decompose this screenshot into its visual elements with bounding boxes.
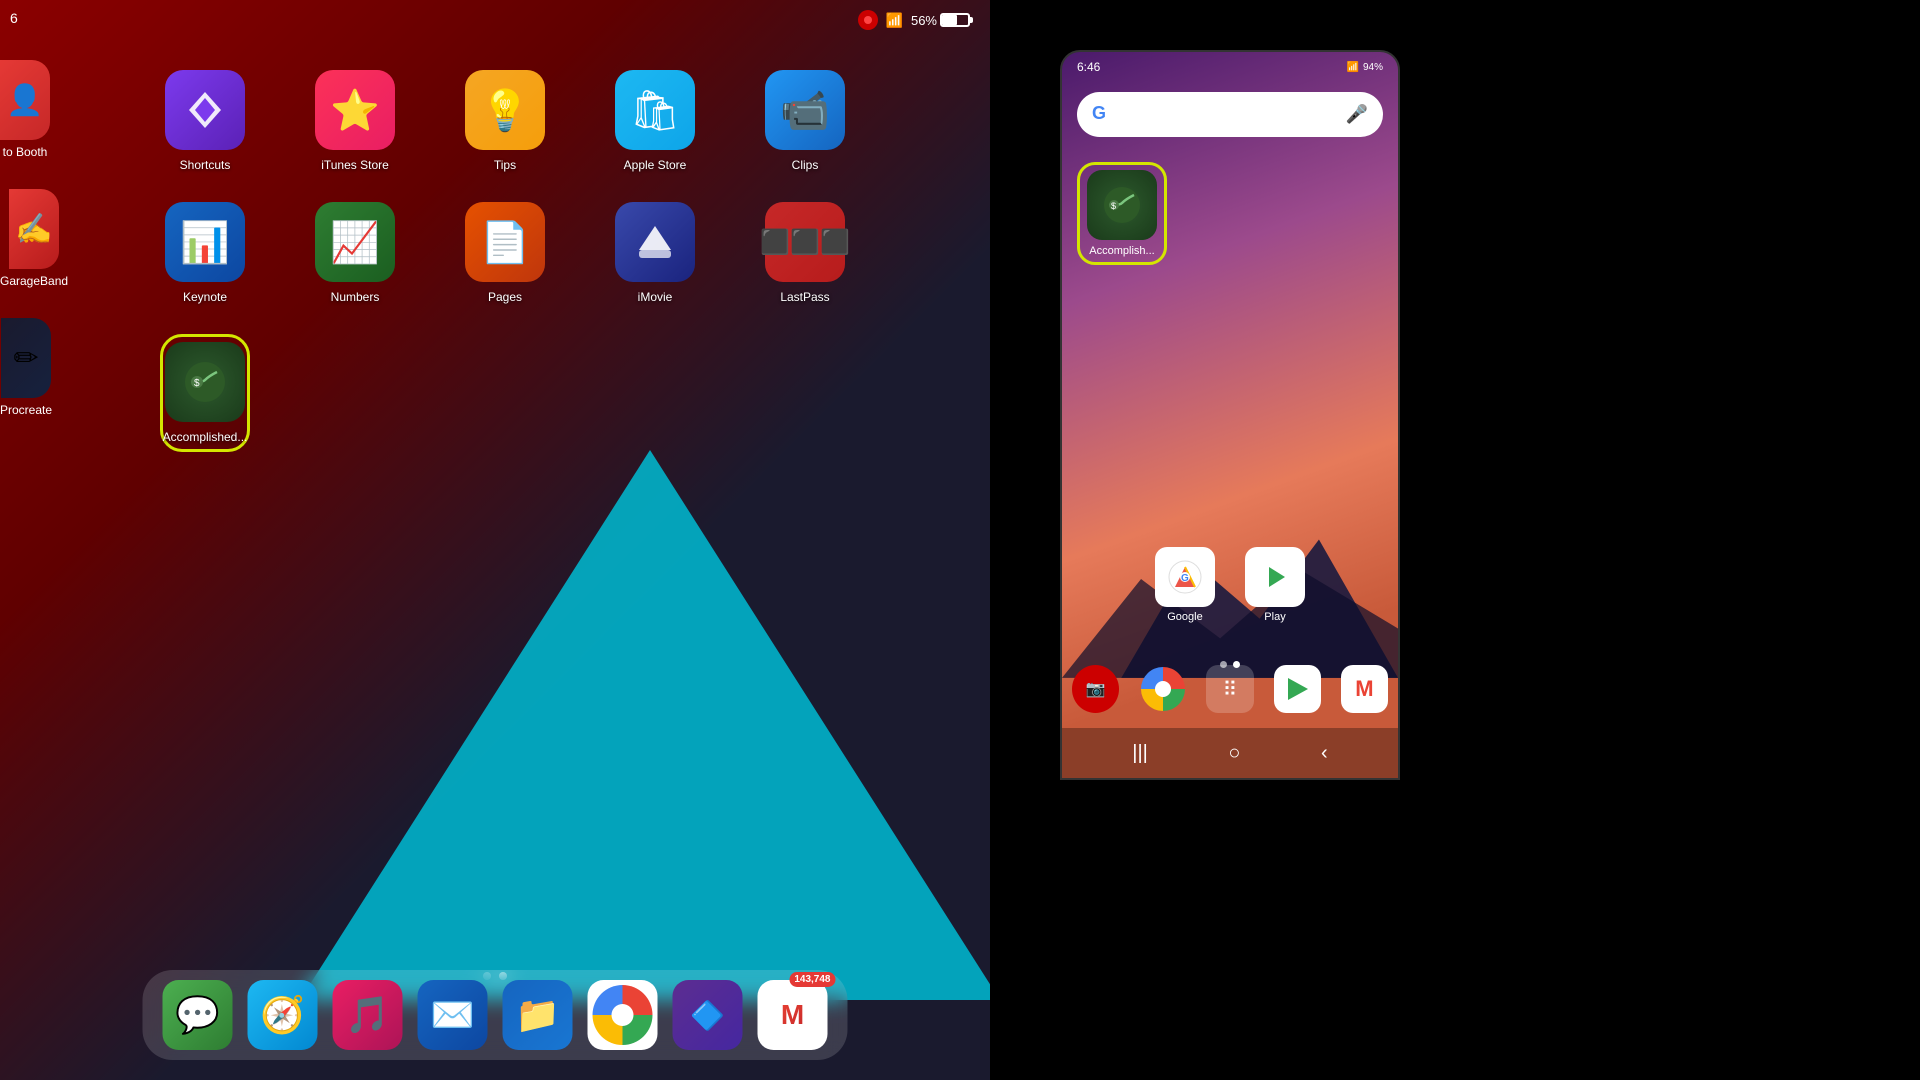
app-pages[interactable]: 📄 Pages <box>460 202 550 304</box>
google-app-icon: G <box>1155 547 1215 607</box>
android-time: 6:46 <box>1077 60 1100 74</box>
android-app-row-bottom: G Google Play <box>1082 547 1378 623</box>
chrome-center <box>612 1004 634 1026</box>
record-indicator <box>858 10 878 30</box>
svg-text:$: $ <box>194 378 200 389</box>
dock-chrome[interactable] <box>588 980 658 1050</box>
shortcuts-label: Shortcuts <box>180 158 231 172</box>
gmail-badge: 143,748 <box>789 972 835 987</box>
clips-icon: 📹 <box>765 70 845 150</box>
android-accomplished-app[interactable]: $ Accomplish... <box>1077 162 1167 265</box>
dock-safari[interactable]: 🧭 <box>248 980 318 1050</box>
imovie-icon <box>615 202 695 282</box>
accomplished-icon: $ <box>165 342 245 422</box>
nav-home[interactable]: ○ <box>1228 742 1240 765</box>
numbers-label: Numbers <box>331 290 380 304</box>
imovie-label: iMovie <box>638 290 673 304</box>
dock-gmail[interactable]: M 143,748 <box>758 980 828 1050</box>
app-row-1: Shortcuts ⭐ iTunes Store 💡 Tips 🛍 Apple … <box>160 70 910 172</box>
apple-store-label: Apple Store <box>624 158 687 172</box>
app-shortcuts[interactable]: Shortcuts <box>160 70 250 172</box>
app-itunes[interactable]: ⭐ iTunes Store <box>310 70 400 172</box>
nav-back[interactable]: ‹ <box>1321 742 1328 765</box>
chrome-android-icon <box>1141 667 1185 711</box>
dock-gmail-android[interactable]: M <box>1341 665 1388 713</box>
battery-status: 56% <box>911 13 970 28</box>
android-battery: 94% <box>1363 62 1383 73</box>
android-accomplished-label: Accomplish... <box>1089 245 1154 257</box>
app-clips[interactable]: 📹 Clips <box>760 70 850 172</box>
android-bottom-apps: G Google Play <box>1062 547 1398 638</box>
android-play-app[interactable]: Play <box>1245 547 1305 623</box>
lastpass-icon: ⬛⬛⬛ <box>765 202 845 282</box>
android-status-icons: 📶 94% <box>1347 62 1383 73</box>
keynote-label: Keynote <box>183 290 227 304</box>
app-lastpass[interactable]: ⬛⬛⬛ LastPass <box>760 202 850 304</box>
app-row-2: 📊 Keynote 📈 Numbers 📄 Pages iMovie ⬛⬛⬛ L… <box>160 202 910 304</box>
ipad-time: 6 <box>10 10 18 26</box>
shortcuts-icon <box>165 70 245 150</box>
app-accomplished[interactable]: $ Accomplished... <box>160 334 250 452</box>
dock-teams[interactable]: 🔷 <box>673 980 743 1050</box>
ipad-screen: 6 📶 56% 👤 to Booth ✍ GarageBand ✏ <box>0 0 990 1080</box>
play-app-label: Play <box>1264 611 1285 623</box>
app-apple-store[interactable]: 🛍 Apple Store <box>610 70 700 172</box>
clips-label: Clips <box>792 158 819 172</box>
app-row-3: $ Accomplished... <box>160 334 910 452</box>
itunes-icon: ⭐ <box>315 70 395 150</box>
app-tips[interactable]: 💡 Tips <box>460 70 550 172</box>
android-search-bar[interactable]: G 🎤 <box>1077 92 1383 137</box>
numbers-icon: 📈 <box>315 202 395 282</box>
lastpass-label: LastPass <box>780 290 829 304</box>
wifi-icon: 📶 <box>886 12 903 29</box>
svg-text:G: G <box>1181 573 1189 584</box>
dock-play-store[interactable] <box>1274 665 1321 713</box>
android-dock: 📷 ⠿ M <box>1062 655 1398 723</box>
dock-files[interactable]: 📁 <box>503 980 573 1050</box>
chrome-center-android <box>1155 681 1171 697</box>
dock-apps-grid[interactable]: ⠿ <box>1206 665 1253 713</box>
svg-text:$: $ <box>1111 201 1116 211</box>
apple-store-icon: 🛍 <box>615 70 695 150</box>
battery-fill <box>942 15 957 25</box>
android-google-app[interactable]: G Google <box>1155 547 1215 623</box>
gmail-icon: M <box>781 999 804 1031</box>
tips-icon: 💡 <box>465 70 545 150</box>
app-keynote[interactable]: 📊 Keynote <box>160 202 250 304</box>
google-app-label: Google <box>1167 611 1202 623</box>
android-accomplished-icon: $ <box>1087 170 1157 240</box>
pages-label: Pages <box>488 290 522 304</box>
accomplished-label: Accomplished... <box>163 430 248 444</box>
android-screen: 6:46 📶 94% G 🎤 $ Accomplish... <box>1060 50 1400 780</box>
app-grid: Shortcuts ⭐ iTunes Store 💡 Tips 🛍 Apple … <box>0 50 990 502</box>
android-signal-icons: 📶 <box>1347 62 1359 73</box>
dock-chrome-android[interactable] <box>1139 665 1186 713</box>
nav-recents[interactable]: ||| <box>1132 742 1148 765</box>
play-app-icon <box>1245 547 1305 607</box>
chrome-icon <box>593 985 653 1045</box>
battery-bar <box>940 13 970 27</box>
background-triangle <box>300 450 990 1000</box>
app-numbers[interactable]: 📈 Numbers <box>310 202 400 304</box>
keynote-icon: 📊 <box>165 202 245 282</box>
google-g-logo: G <box>1092 103 1116 127</box>
itunes-label: iTunes Store <box>321 158 389 172</box>
dock-camera-icon[interactable]: 📷 <box>1072 665 1119 713</box>
dock-mail[interactable]: ✉️ <box>418 980 488 1050</box>
android-status-bar: 6:46 📶 94% <box>1062 52 1398 82</box>
dock-music[interactable]: 🎵 <box>333 980 403 1050</box>
ipad-status-bar: 6 📶 56% <box>0 0 990 40</box>
mic-icon[interactable]: 🎤 <box>1346 104 1368 125</box>
pages-icon: 📄 <box>465 202 545 282</box>
app-dock: 💬 🧭 🎵 ✉️ 📁 🔷 M 143,748 <box>143 970 848 1060</box>
dock-messages[interactable]: 💬 <box>163 980 233 1050</box>
tips-label: Tips <box>494 158 516 172</box>
app-imovie[interactable]: iMovie <box>610 202 700 304</box>
android-nav-bar: ||| ○ ‹ <box>1062 728 1398 778</box>
